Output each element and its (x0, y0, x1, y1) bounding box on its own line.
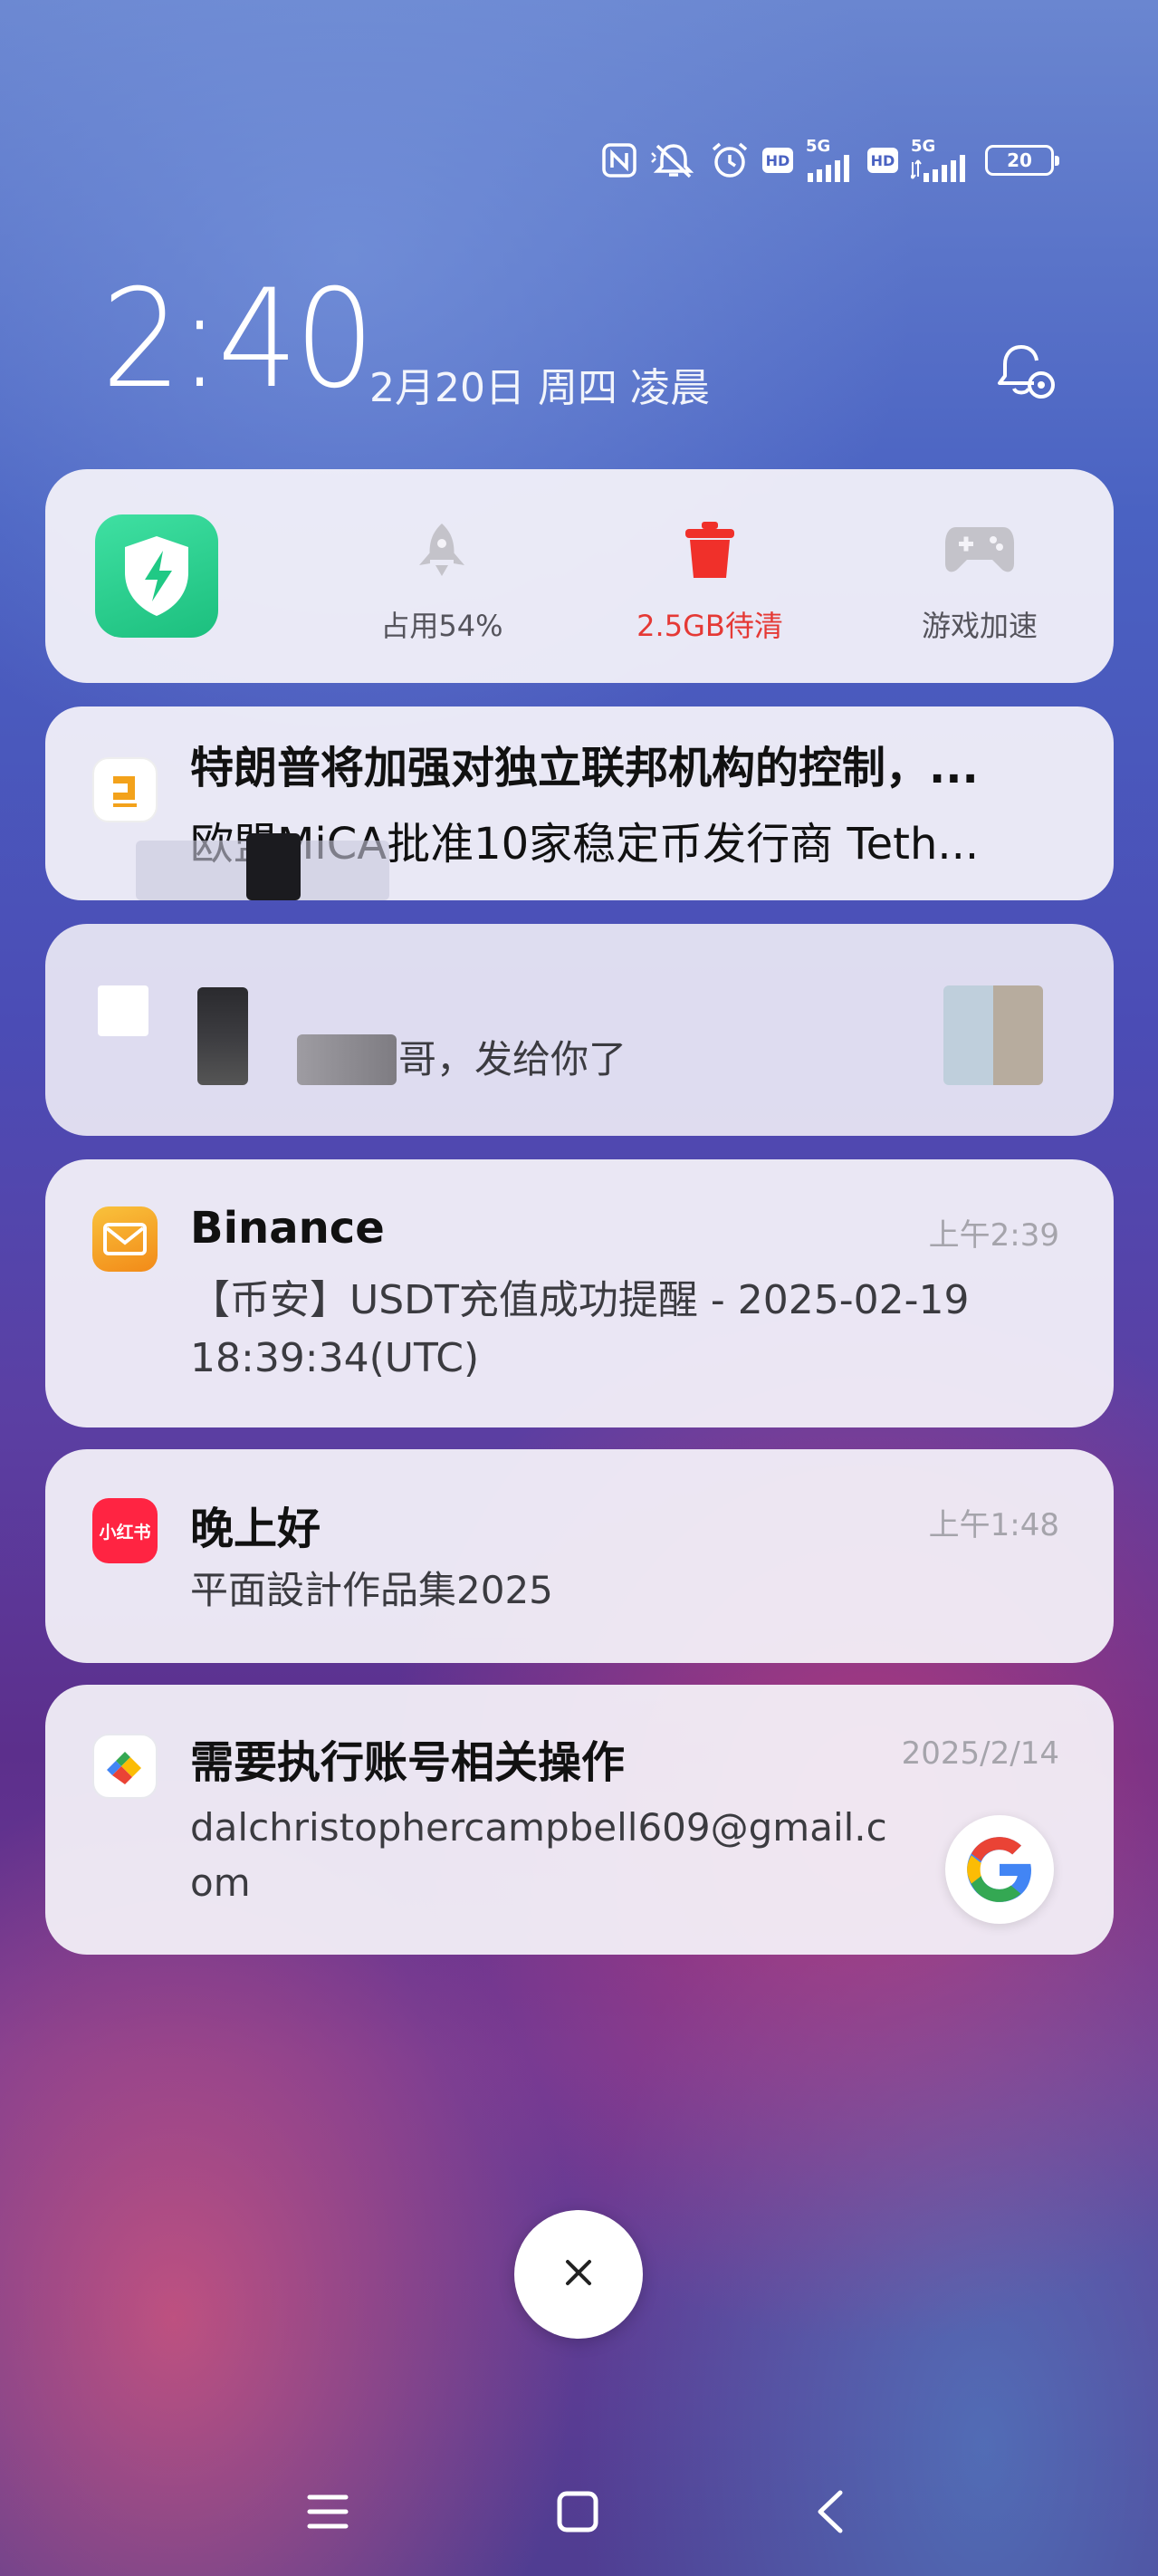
notification-xiaohongshu[interactable]: 小红书 晚上好 上午1:48 平面設計作品集2025 (45, 1449, 1114, 1663)
status-bar: HD 5G HD 5G 20 (601, 136, 1059, 185)
notification-body: dalchristophercampbell609@gmail.com (190, 1805, 887, 1905)
notification-body: 哥，发给你了 (398, 1037, 627, 1081)
notification-body: 【币安】USDT充值成功提醒 - 2025-02-19 18:39:34(UTC… (190, 1277, 970, 1381)
notification-settings-icon[interactable] (994, 340, 1059, 405)
redacted-image (943, 985, 1043, 1085)
xiaohongshu-icon-label: 小红书 (99, 1522, 151, 1543)
gamepad-icon (943, 520, 1016, 583)
google-icon (945, 1815, 1054, 1924)
memory-usage-label: 占用54% (380, 609, 503, 643)
date-label: 2月20日 周四 凌晨 (369, 365, 710, 411)
redacted-sender (197, 987, 248, 1085)
notification-google-account[interactable]: 需要执行账号相关操作 2025/2/14 dalchristophercampb… (45, 1685, 1114, 1955)
mail-icon (92, 1206, 158, 1272)
security-shield-icon[interactable] (95, 514, 218, 638)
notification-title: 需要执行账号相关操作 (190, 1737, 626, 1788)
nav-home-button[interactable] (541, 2477, 614, 2550)
game-boost-label: 游戏加速 (921, 609, 1038, 643)
notification-news[interactable]: 特朗普将加强对独立联邦机构的控制，... 欧盟MiCA批准10家稳定币发行商 T… (45, 706, 1114, 900)
network-label: 5G (911, 137, 936, 156)
hd-icon: HD (867, 148, 898, 173)
home-icon (556, 2490, 599, 2537)
memory-usage-button[interactable]: 占用54% (324, 520, 560, 645)
news-icon (92, 757, 158, 822)
notification-time: 2025/2/14 (901, 1735, 1059, 1772)
notification-chat[interactable]: 哥，发给你了 (45, 924, 1114, 1136)
xiaohongshu-icon: 小红书 (92, 1498, 158, 1563)
redacted-name (297, 1034, 397, 1085)
nav-menu-button[interactable] (292, 2477, 364, 2550)
notification-title: Binance (190, 1203, 385, 1254)
nav-back-button[interactable] (795, 2477, 867, 2550)
signal-icon: 5G (806, 139, 855, 182)
cleanup-button[interactable]: 2.5GB待清 (592, 520, 828, 645)
notification-title: 晚上好 (190, 1504, 321, 1554)
rocket-icon (412, 520, 472, 583)
hd-icon: HD (762, 148, 793, 173)
cleanup-label: 2.5GB待清 (636, 609, 783, 643)
redacted-block (246, 833, 301, 900)
trash-icon (680, 520, 740, 583)
close-icon (560, 2254, 597, 2294)
notification-mail[interactable]: Binance 上午2:39 【币安】USDT充值成功提醒 - 2025-02-… (45, 1159, 1114, 1427)
dismiss-all-button[interactable] (514, 2210, 643, 2339)
notification-time: 上午2:39 (928, 1217, 1059, 1254)
chat-icon (98, 985, 148, 1036)
menu-icon (306, 2492, 349, 2535)
signal-icon: 5G (911, 139, 969, 182)
battery-icon: 20 (985, 145, 1059, 176)
nfc-icon (601, 142, 637, 178)
game-boost-button[interactable]: 游戏加速 (862, 520, 1097, 645)
notification-title: 特朗普将加强对独立联邦机构的控制，... (190, 743, 979, 793)
back-icon (813, 2489, 849, 2538)
alarm-icon (710, 140, 750, 180)
notification-body: 平面設計作品集2025 (190, 1568, 553, 1612)
security-panel[interactable]: 占用54% 2.5GB待清 游戏加速 (45, 469, 1114, 683)
notification-time: 上午1:48 (928, 1507, 1059, 1543)
mute-icon (650, 140, 697, 180)
lockscreen-clock: 2:40 (101, 261, 375, 418)
network-label: 5G (806, 137, 831, 156)
play-services-icon (92, 1734, 158, 1799)
